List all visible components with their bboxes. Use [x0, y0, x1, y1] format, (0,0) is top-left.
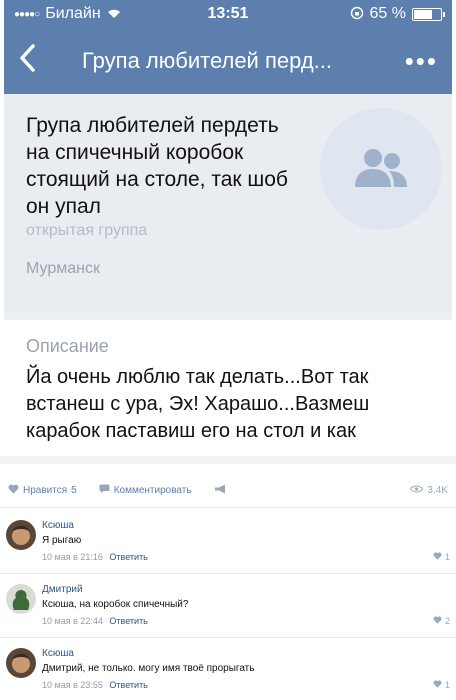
comment-date: 10 мая в 21:16: [42, 552, 103, 562]
comment-like-count: 1: [444, 680, 450, 690]
reply-link[interactable]: Ответить: [109, 680, 147, 690]
comment-text: Ксюша, на коробок спичечный?: [42, 599, 189, 610]
comment-author[interactable]: Дмитрий: [42, 584, 83, 595]
group-avatar[interactable]: [320, 108, 442, 230]
comment-author[interactable]: Ксюша: [42, 520, 74, 531]
comment-author[interactable]: Ксюша: [42, 648, 74, 659]
group-type: открытая группа: [26, 222, 148, 239]
more-icon[interactable]: •••: [405, 46, 438, 77]
description-label: Описание: [26, 336, 109, 356]
like-count: 5: [71, 485, 77, 496]
comment-text: Дмитрий, не только. могу имя твоё прорыг…: [42, 663, 255, 674]
comment-meta: 10 мая в 21:16 Ответить: [42, 552, 148, 562]
reply-link[interactable]: Ответить: [109, 552, 147, 562]
heart-icon: [433, 616, 442, 626]
avatar[interactable]: [6, 648, 36, 678]
heart-icon: [433, 552, 442, 562]
description-text: Йа очень люблю так делать...Вот так вста…: [26, 366, 370, 442]
comment-button[interactable]: Комментировать: [99, 484, 192, 497]
comment-like-button[interactable]: 2: [433, 616, 450, 626]
comment-date: 10 мая в 23:55: [42, 680, 103, 690]
battery-percent: 65 %: [369, 5, 406, 22]
like-button[interactable]: Нравится 5: [8, 484, 77, 497]
divider: [0, 456, 456, 464]
views-count: 3.4K: [427, 485, 448, 496]
comment-icon: [99, 484, 110, 497]
heart-icon: [433, 680, 442, 690]
wifi-icon: [107, 6, 121, 22]
comment-like-count: 2: [444, 616, 450, 626]
group-name: Група любителей пердеть на спичечный кор…: [26, 114, 288, 218]
nav-bar: Група любителей перд... •••: [4, 28, 452, 94]
group-city: Мурманск: [26, 260, 100, 277]
comment-date: 10 мая в 22:44: [42, 616, 103, 626]
battery-icon: [412, 7, 445, 21]
heart-icon: [8, 484, 19, 497]
back-chevron-icon[interactable]: [18, 43, 58, 79]
like-label: Нравится: [23, 485, 68, 496]
views-counter: 3.4K: [410, 485, 448, 496]
avatar[interactable]: [6, 584, 36, 614]
comment-item: Дмитрий Ксюша, на коробок спичечный? 10 …: [0, 576, 456, 638]
status-bar: ●●●●○ Билайн 13:51 65 %: [4, 0, 452, 28]
nav-title: Група любителей перд...: [82, 48, 333, 73]
comment-item: Ксюша Дмитрий, не только. могу имя твоё …: [0, 640, 456, 700]
group-header-card: Група любителей пердеть на спичечный кор…: [4, 94, 452, 312]
post-actions: Нравится 5 Комментировать 3.4K: [0, 474, 456, 508]
reply-link[interactable]: Ответить: [109, 616, 147, 626]
share-button[interactable]: [214, 484, 227, 497]
comment-like-button[interactable]: 1: [433, 680, 450, 690]
comment-meta: 10 мая в 22:44 Ответить: [42, 616, 148, 626]
comment-meta: 10 мая в 23:55 Ответить: [42, 680, 148, 690]
comment-like-button[interactable]: 1: [433, 552, 450, 562]
rotation-lock-icon: [350, 6, 364, 23]
carrier-label: Билайн: [45, 5, 101, 22]
eye-icon: [410, 485, 424, 496]
users-icon: [355, 149, 407, 187]
megaphone-icon: [214, 484, 227, 497]
avatar[interactable]: [6, 520, 36, 550]
signal-icon: ●●●●○: [14, 8, 40, 20]
comment-text: Я рыгаю: [42, 535, 82, 546]
comment-item: Ксюша Я рыгаю 10 мая в 21:16 Ответить 1: [0, 512, 456, 574]
comment-label: Комментировать: [113, 485, 192, 496]
comment-like-count: 1: [444, 552, 450, 562]
group-screenshot: ●●●●○ Билайн 13:51 65 % Група любителей …: [4, 0, 452, 455]
description-card: Описание Йа очень люблю так делать...Вот…: [4, 320, 452, 455]
